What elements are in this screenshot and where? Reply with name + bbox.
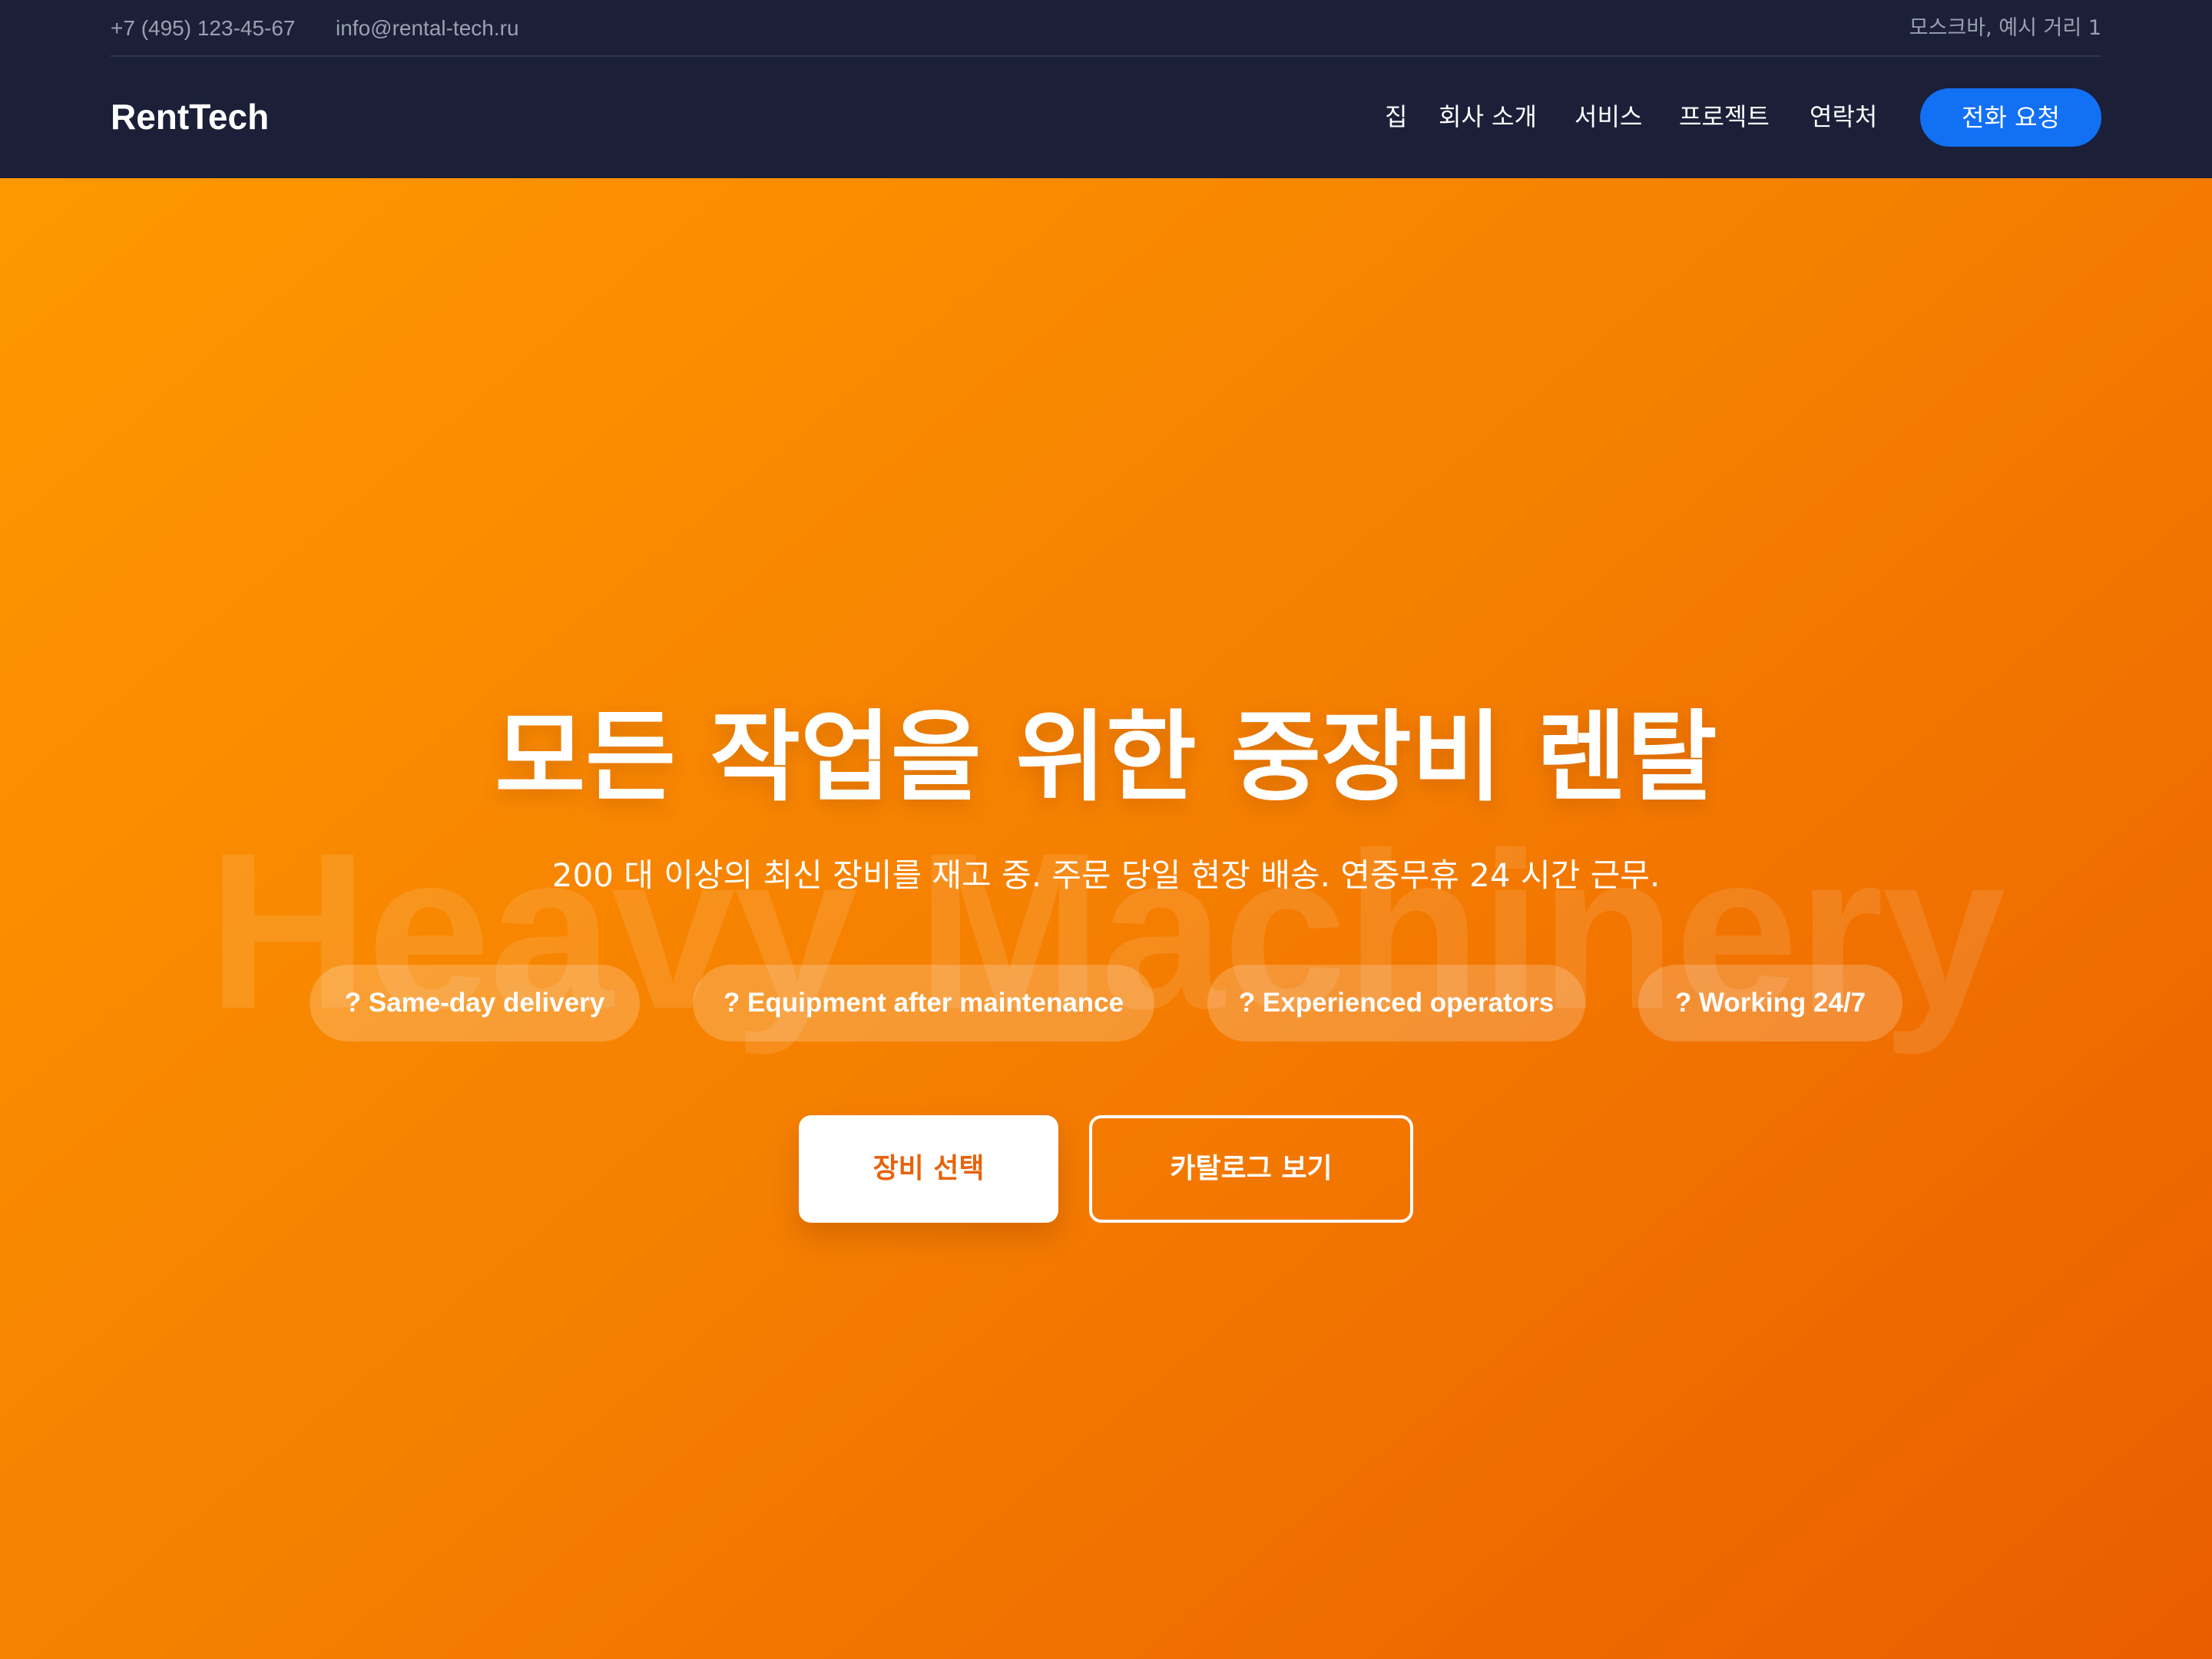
top-contact-bar: +7 (495) 123-45-67 info@rental-tech.ru 모…	[111, 0, 2101, 57]
feature-pill-delivery: ? Same-day delivery	[310, 965, 640, 1041]
view-catalog-button[interactable]: 카탈로그 보기	[1089, 1115, 1413, 1223]
address-text: 모스크바, 예시 거리 1	[1909, 16, 2101, 40]
hero-title: 모든 작업을 위한 중장비 렌탈	[495, 700, 1717, 815]
nav-item-contacts[interactable]: 연락처	[1810, 98, 1877, 136]
feature-pill-maintenance: ? Equipment after maintenance	[693, 965, 1154, 1041]
feature-pill-operators: ? Experienced operators	[1207, 965, 1585, 1041]
hero-subtitle: 200 대 이상의 최신 장비를 재고 중. 주문 당일 현장 배송. 연중무휴…	[551, 856, 1661, 894]
choose-equipment-button[interactable]: 장비 선택	[799, 1115, 1058, 1223]
hero-section: Heavy Machinery 모든 작업을 위한 중장비 렌탈 200 대 이…	[0, 178, 2212, 1659]
logo[interactable]: RentTech	[111, 94, 269, 140]
nav-item-about[interactable]: 회사 소개	[1439, 98, 1537, 136]
site-header: +7 (495) 123-45-67 info@rental-tech.ru 모…	[0, 0, 2212, 178]
nav-item-services[interactable]: 서비스	[1575, 98, 1642, 136]
request-call-button[interactable]: 전화 요청	[1920, 88, 2101, 147]
nav-item-projects[interactable]: 프로젝트	[1679, 98, 1770, 136]
phone-link[interactable]: +7 (495) 123-45-67	[111, 14, 296, 43]
email-link[interactable]: info@rental-tech.ru	[336, 14, 519, 43]
feature-pill-24-7: ? Working 24/7	[1638, 965, 1902, 1041]
nav-item-home[interactable]: 집	[1385, 98, 1407, 136]
